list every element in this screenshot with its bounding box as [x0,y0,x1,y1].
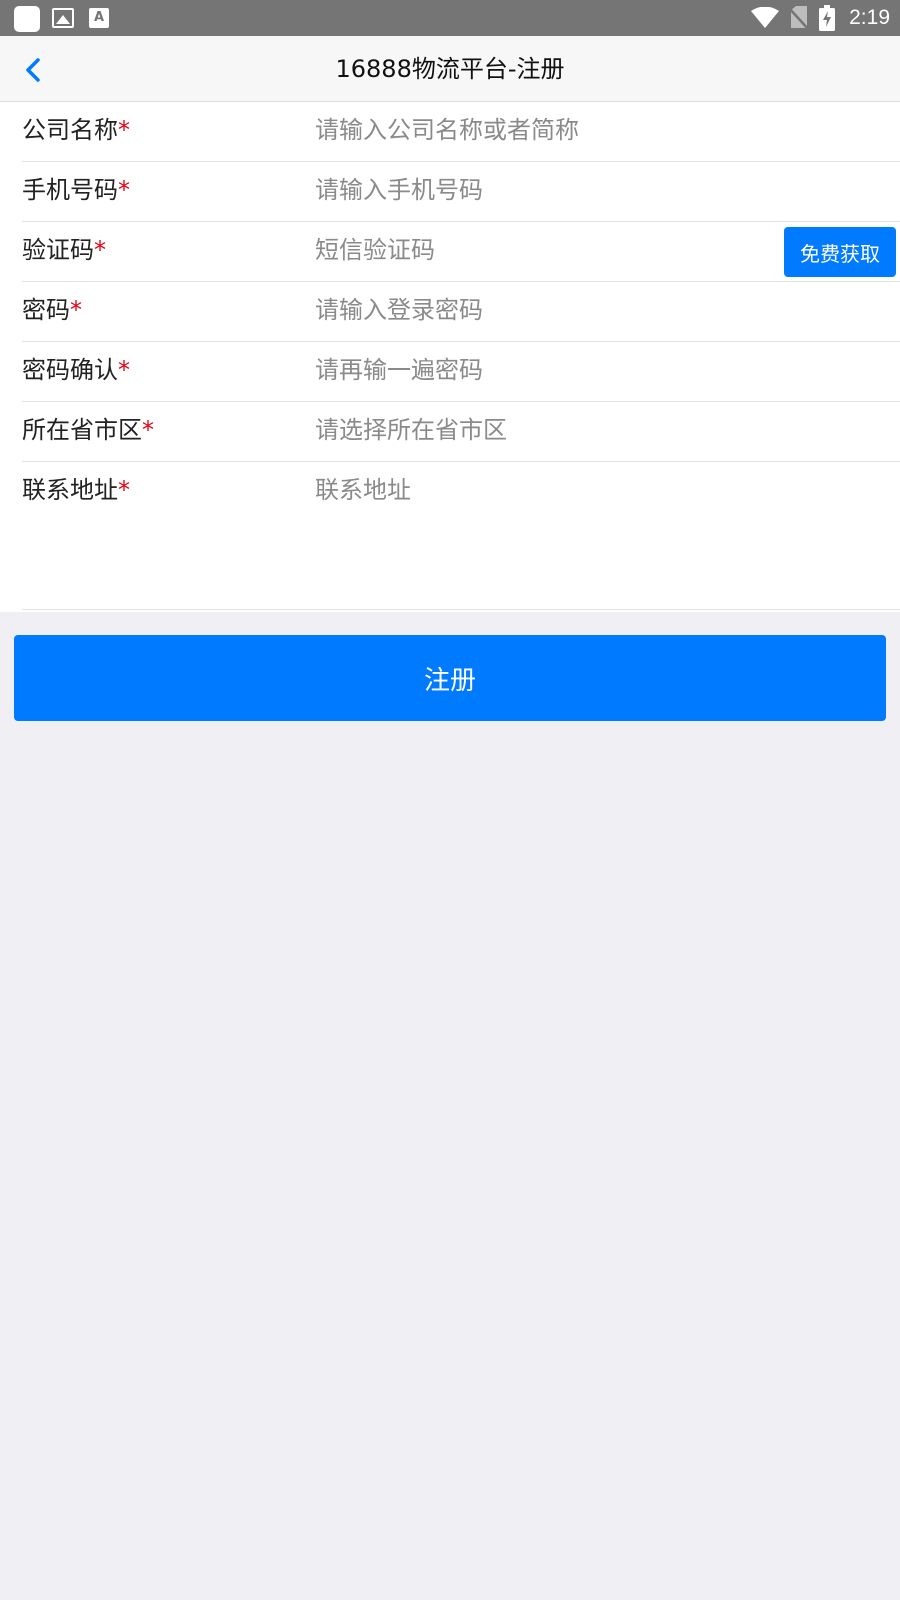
no-sim-icon [789,6,810,30]
company-label: 公司名称* [22,116,130,144]
region-row: 所在省市区* [22,402,900,462]
required-mark: * [94,236,106,264]
password-confirm-label: 密码确认* [22,356,130,384]
app-header: 16888物流平台-注册 [0,36,900,102]
back-button[interactable] [16,50,56,90]
company-input[interactable] [315,110,875,150]
phone-row: 手机号码* [22,162,900,222]
password-label: 密码* [22,296,82,324]
address-row: 联系地址* [22,462,900,610]
wifi-icon [751,7,780,28]
password-row: 密码* [22,282,900,342]
text-a-icon: A [89,8,109,28]
chevron-left-icon [26,58,40,82]
status-bar: A 2:19 [0,0,900,36]
sms-code-input[interactable] [315,230,775,270]
password-confirm-row: 密码确认* [22,342,900,402]
page-title: 16888物流平台-注册 [335,55,565,83]
required-mark: * [118,476,130,504]
code-label: 验证码* [22,236,106,264]
password-input[interactable] [315,290,875,330]
get-code-button[interactable]: 免费获取 [784,227,896,277]
register-button[interactable]: 注册 [14,635,886,721]
address-label: 联系地址* [22,476,130,504]
password-confirm-input[interactable] [315,350,875,390]
required-mark: * [118,116,130,144]
required-mark: * [142,416,154,444]
registration-form: 公司名称* 手机号码* 验证码* 免费获取 密码* 密码确认* 所在省市区* 联… [0,102,900,612]
image-icon [52,8,74,28]
phone-input[interactable] [315,170,875,210]
app-icon [14,6,40,32]
region-select[interactable] [315,410,875,450]
company-row: 公司名称* [22,102,900,162]
region-label: 所在省市区* [22,416,154,444]
required-mark: * [70,296,82,324]
battery-charging-icon [819,5,836,31]
address-input[interactable] [315,470,875,590]
required-mark: * [118,356,130,384]
phone-label: 手机号码* [22,176,130,204]
clock: 2:19 [849,6,890,29]
code-row: 验证码* 免费获取 [22,222,900,282]
required-mark: * [118,176,130,204]
